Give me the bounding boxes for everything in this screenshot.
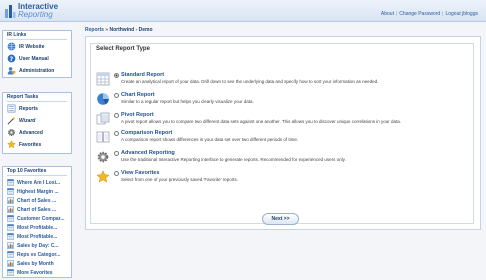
comparison-report-radio[interactable] (114, 131, 119, 136)
option-description: Use the traditional Interactive Reportin… (121, 157, 346, 162)
change-password-link[interactable]: Change Password (399, 11, 440, 17)
chart-report-icon (7, 260, 14, 267)
favorite-item-label: Customer Compar... (17, 216, 65, 222)
option-title: View Favorites (121, 170, 160, 176)
globe-icon (7, 42, 16, 51)
report-icon (7, 224, 14, 231)
wizard-icon (7, 116, 16, 125)
option-title: Chart Report (121, 92, 155, 98)
chart-report-icon (7, 197, 14, 204)
help-icon: ? (7, 54, 16, 63)
sidebar-item-wizard[interactable]: Wizard (7, 116, 71, 126)
option-description: Similar to a regular report but helps yo… (121, 99, 254, 104)
favorite-item-label: Chart of Sales ... (17, 198, 57, 204)
app-window: Interactive Reporting About | Change Passw… (0, 0, 486, 280)
ir-links-title: IR Links (7, 32, 27, 38)
favorite-item-label: Most Profitable... (17, 225, 58, 231)
star-icon (7, 140, 16, 149)
comparison-report-option[interactable]: Comparison Report A comparison report sho… (96, 130, 472, 144)
chart-report-icon (7, 242, 14, 249)
breadcrumb: Reports » Northwind - Demo (85, 27, 153, 33)
top-favorites-title: Top 10 Favorites (7, 168, 47, 174)
chart-report-option[interactable]: Chart Report Similar to a regular report … (96, 92, 472, 106)
ir-website-link[interactable]: IR Website (7, 42, 71, 52)
section-title: Select Report Type (94, 46, 152, 52)
top-favorites-panel: Top 10 Favorites Where Am I Losi... Highe… (2, 166, 72, 278)
sidebar-item-favorites[interactable]: Favorites (7, 140, 71, 150)
chart-report-radio[interactable] (114, 93, 119, 98)
sidebar-item-advanced[interactable]: Advanced (7, 128, 71, 138)
view-favorites-option[interactable]: View Favorites Select from one of your pr… (96, 170, 472, 184)
favorite-item-label: Highest Margin ... (17, 189, 59, 195)
option-description: Select from one of your previously saved… (121, 177, 239, 182)
administration-link[interactable]: Administration (7, 66, 71, 76)
favorite-item-label: Sales by Month (17, 261, 54, 267)
about-link[interactable]: About (381, 11, 394, 17)
advanced-reporting-radio[interactable] (114, 151, 119, 156)
chart-report-icon (7, 206, 14, 213)
sidebar-item-reports[interactable]: Reports (7, 104, 71, 114)
option-title: Standard Report (121, 72, 165, 78)
ir-links-panel: IR Links IR Website ? User Manual Admini… (2, 30, 72, 78)
favorite-item-label: Sales by Day: C... (17, 243, 59, 249)
pivot-report-option[interactable]: Pivot Report A pivot report allows you to… (96, 112, 472, 126)
breadcrumb-current: Northwind - Demo (109, 27, 153, 33)
favorite-item-label: Where Am I Losi... (17, 180, 61, 186)
report-icon (7, 215, 14, 222)
option-description: Create an analytical report of your data… (121, 79, 379, 84)
next-button[interactable]: Next >> (262, 213, 299, 225)
top-links: About | Change Password | Logout jbloggs (380, 11, 478, 17)
favorite-item-label: More Favorites (17, 270, 53, 276)
logo-icon (5, 5, 16, 18)
favorite-item-label: Most Profitable... (17, 234, 58, 240)
option-description: A comparison report shows differences in… (121, 137, 299, 142)
report-icon (7, 188, 14, 195)
gear-icon (97, 151, 109, 163)
logo: Interactive Reporting (4, 2, 82, 20)
option-description: A pivot report allows you to compare two… (121, 119, 401, 124)
standard-report-option[interactable]: Standard Report Create an analytical repo… (96, 72, 472, 86)
view-favorites-radio[interactable] (114, 171, 119, 176)
standard-report-radio[interactable] (114, 73, 119, 78)
report-icon (7, 269, 14, 276)
pivot-icon (96, 112, 110, 125)
favorite-item-label: Chart of Sales ... (17, 207, 57, 213)
favorite-item-label: Reps vs Categor... (17, 252, 61, 258)
report-icon (7, 251, 14, 258)
logo-text-line2: Reporting (18, 10, 53, 19)
report-icon (7, 179, 14, 186)
user-manual-link[interactable]: ? User Manual (7, 54, 71, 64)
table-report-icon (96, 72, 110, 86)
report-tasks-title: Report Tasks (7, 94, 39, 100)
gear-icon (7, 128, 16, 137)
logout-link[interactable]: Logout jbloggs (445, 11, 478, 17)
advanced-reporting-option[interactable]: Advanced Reporting Use the traditional In… (96, 150, 472, 164)
breadcrumb-reports-link[interactable]: Reports (85, 27, 104, 33)
pivot-report-radio[interactable] (114, 113, 119, 118)
admin-icon (7, 67, 16, 75)
header-bar: Interactive Reporting About | Change Passw… (0, 0, 486, 22)
reports-icon (7, 104, 16, 113)
report-tasks-panel: Report Tasks Reports Wizard Advanced Fav… (2, 92, 72, 154)
option-title: Pivot Report (121, 112, 154, 118)
star-icon (96, 170, 110, 183)
report-icon (7, 233, 14, 240)
more-favorites-link[interactable]: More Favorites (7, 268, 71, 278)
option-title: Advanced Reporting (121, 150, 175, 156)
pie-chart-icon (97, 93, 109, 105)
option-title: Comparison Report (121, 130, 173, 136)
breadcrumb-separator: » (105, 27, 109, 33)
comparison-icon (96, 131, 110, 143)
svg-text:?: ? (10, 56, 14, 63)
